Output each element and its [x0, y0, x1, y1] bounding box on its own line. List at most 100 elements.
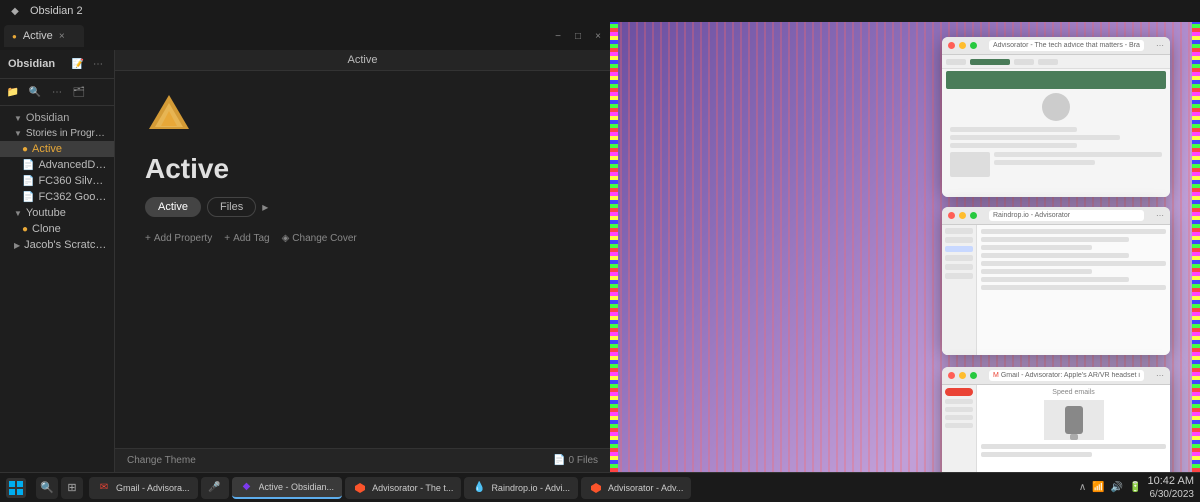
tree-item-clone[interactable]: ● Clone: [0, 221, 114, 237]
text-line: [994, 152, 1162, 157]
compose-btn: [945, 388, 973, 396]
pinned-task-view[interactable]: ⊞: [61, 477, 83, 499]
running-app-brave2[interactable]: Advisorator - Adv...: [581, 477, 691, 499]
window-more-icon-1[interactable]: ⋯: [1156, 41, 1164, 50]
change-theme-btn[interactable]: Change Theme: [127, 455, 196, 466]
close-dot-icon: [948, 42, 955, 49]
editor-area: Active Active Active Files: [115, 50, 610, 472]
sidebar-item: [945, 415, 973, 420]
running-app-label-brave2: Advisorator - Adv...: [608, 483, 683, 493]
content-line: [981, 444, 1166, 449]
content-line: [981, 229, 1166, 234]
clock-date: 6/30/2023: [1148, 488, 1194, 501]
add-tag-btn[interactable]: + Add Tag: [224, 233, 269, 244]
change-cover-btn[interactable]: ◈ Change Cover: [282, 233, 357, 244]
tray-expand-icon[interactable]: ∧: [1079, 482, 1086, 493]
search-icon: 🔍: [40, 481, 54, 494]
tree-item-youtube[interactable]: ▼ Youtube: [0, 205, 114, 221]
pinned-search[interactable]: 🔍: [36, 477, 58, 499]
close-dot-icon: [948, 372, 955, 379]
content-line: [981, 285, 1166, 290]
network-icon[interactable]: 📶: [1092, 482, 1104, 493]
top-taskbar: ◆ Obsidian 2: [0, 0, 1200, 22]
tree-item-stories[interactable]: ▼ Stories in Progress: [0, 126, 114, 141]
sidebar-header: Obsidian 📝 ⋯: [0, 50, 114, 79]
brave-app-icon2: [589, 481, 603, 495]
expand-icon: ▼: [14, 129, 22, 138]
url-text-1: Advisorator - The tech advice that matte…: [993, 42, 1140, 49]
gmail-main: Speed emails: [977, 385, 1170, 472]
tab-label: Active: [23, 30, 53, 42]
browser-body-1: [942, 55, 1170, 197]
note-logo-icon: [145, 91, 193, 149]
obsidian-app: ● Active × − □ × Obsidian 📝 ⋯: [0, 22, 610, 472]
browser-window-gmail[interactable]: M Gmail - Advisorator: Apple's AR/VR hea…: [942, 367, 1170, 472]
clock-display[interactable]: 10:42 AM 6/30/2023: [1148, 474, 1194, 501]
note-tab-active[interactable]: Active: [145, 197, 201, 217]
tree-item-fc362[interactable]: 📄 FC362 Google Fabric:...: [0, 189, 114, 205]
running-app-mic[interactable]: 🎤: [201, 477, 229, 499]
running-app-label-obsidian: Active - Obsidian...: [259, 482, 335, 492]
app-icon: ◆: [8, 4, 22, 18]
browser-window-raindrop[interactable]: Raindrop.io - Advisorator ⋯: [942, 207, 1170, 355]
tab-active[interactable]: ● Active ×: [4, 25, 84, 47]
running-app-brave1[interactable]: Advisorator - The t...: [345, 477, 461, 499]
minimize-icon[interactable]: −: [550, 28, 566, 44]
battery-icon[interactable]: 🔋: [1129, 482, 1141, 493]
obsidian-app-icon: ◆: [240, 480, 254, 494]
bookmark-icon[interactable]: 🗂: [70, 83, 88, 101]
maximize-icon[interactable]: □: [570, 28, 586, 44]
close-icon[interactable]: ×: [590, 28, 606, 44]
expand-icon: ▶: [14, 241, 20, 250]
content-line: [950, 135, 1120, 140]
tree-item-active[interactable]: ● Active: [0, 141, 114, 157]
content-line: [981, 269, 1092, 274]
color-bar-right: [1192, 22, 1200, 472]
more-icon[interactable]: ▸: [262, 200, 268, 214]
app-title: Obsidian 2: [30, 5, 83, 17]
editor-bottom-bar: Change Theme 📄 0 Files: [115, 448, 610, 472]
sidebar-icons-row: 📁 🔍 ⋯ 🗂: [0, 79, 114, 106]
running-app-raindrop[interactable]: 💧 Raindrop.io - Advi...: [464, 477, 578, 499]
search-icon[interactable]: 🔍: [26, 83, 44, 101]
add-tag-icon: +: [224, 233, 230, 244]
files-icon[interactable]: 📁: [4, 83, 22, 101]
content-line: [950, 127, 1077, 132]
browser-body-3: Speed emails: [942, 385, 1170, 472]
url-text-2: Raindrop.io - Advisorator: [993, 212, 1070, 219]
maximize-dot-icon: [970, 212, 977, 219]
files-count-btn[interactable]: 📄 0 Files: [553, 455, 598, 466]
url-bar-2[interactable]: Raindrop.io - Advisorator: [989, 210, 1144, 221]
sidebar-item-active: [945, 246, 973, 252]
url-bar-3[interactable]: M Gmail - Advisorator: Apple's AR/VR hea…: [989, 370, 1144, 381]
window-more-icon-2[interactable]: ⋯: [1156, 211, 1164, 220]
content-line: [981, 245, 1092, 250]
new-note-icon[interactable]: 📝: [70, 56, 86, 72]
tree-item-obsidian-root[interactable]: ▼ Obsidian: [0, 110, 114, 126]
running-app-obsidian[interactable]: ◆ Active - Obsidian...: [232, 477, 343, 499]
windows-start-icon[interactable]: [6, 478, 26, 498]
browser-titlebar-1: Advisorator - The tech advice that matte…: [942, 37, 1170, 55]
tab-close-icon[interactable]: ×: [59, 31, 65, 42]
gmail-app-icon: ✉: [97, 481, 111, 495]
tree-item-advanceddvr[interactable]: 📄 AdvancedDVR: [0, 157, 114, 173]
expand-icon: ▼: [14, 209, 22, 218]
window-more-icon-3[interactable]: ⋯: [1156, 371, 1164, 380]
editor-content[interactable]: Active Active Files ▸ + Add Property +: [115, 71, 610, 448]
url-bar-1[interactable]: Advisorator - The tech advice that matte…: [989, 40, 1144, 51]
text-block: [994, 152, 1162, 177]
running-app-gmail[interactable]: ✉ Gmail - Advisora...: [89, 477, 198, 499]
add-property-btn[interactable]: + Add Property: [145, 233, 212, 244]
raindrop-app-icon: 💧: [472, 481, 486, 495]
tree-item-fc360[interactable]: 📄 FC360 Silverdeck: Re...: [0, 173, 114, 189]
sidebar-menu-icon[interactable]: ⋯: [90, 56, 106, 72]
sidebar-item: [945, 237, 973, 243]
main-area: ● Active × − □ × Obsidian 📝 ⋯: [0, 22, 1200, 472]
desktop-area: Advisorator - The tech advice that matte…: [610, 22, 1200, 472]
browser-window-advisorator[interactable]: Advisorator - The tech advice that matte…: [942, 37, 1170, 197]
graph-icon[interactable]: ⋯: [48, 83, 66, 101]
volume-icon[interactable]: 🔊: [1111, 482, 1123, 493]
tree-item-scratchpad[interactable]: ▶ Jacob's Scratchpad: [0, 237, 114, 253]
site-header-bar: [946, 71, 1166, 89]
note-tab-files[interactable]: Files: [207, 197, 256, 217]
